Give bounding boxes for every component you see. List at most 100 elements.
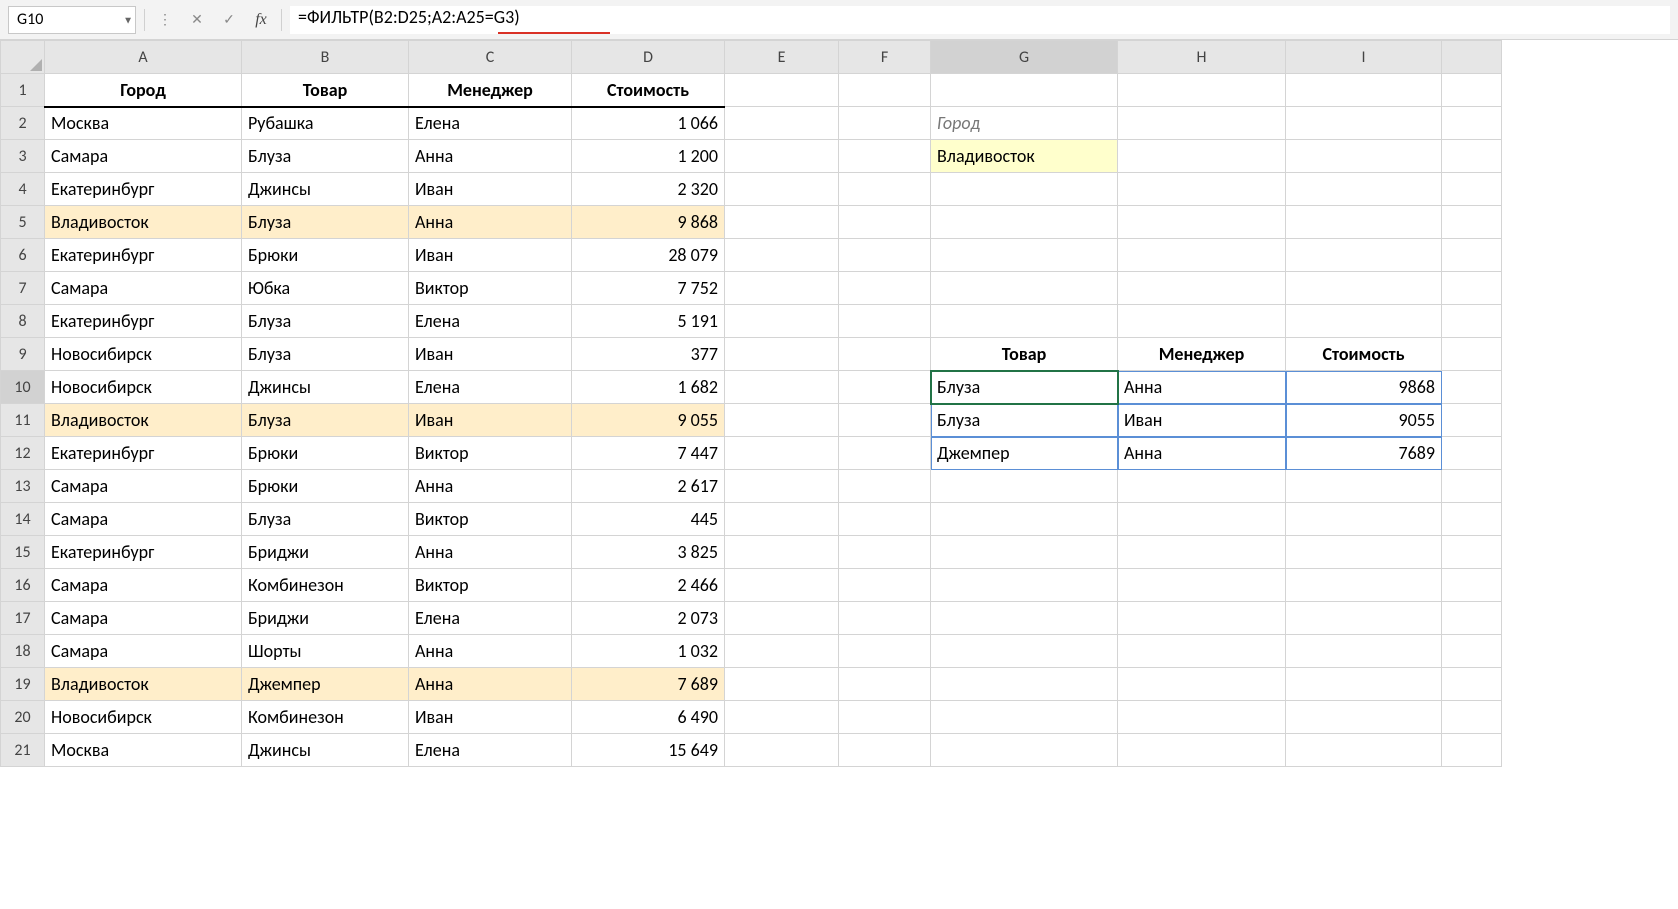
cell-I17[interactable]: [1286, 602, 1442, 635]
cell-A15[interactable]: Екатеринбург: [45, 536, 242, 569]
cell-G11[interactable]: Блуза: [931, 404, 1118, 437]
cell-F21[interactable]: [839, 734, 931, 767]
cell-I14[interactable]: [1286, 503, 1442, 536]
cell-E18[interactable]: [725, 635, 839, 668]
cell-A17[interactable]: Самара: [45, 602, 242, 635]
col-header-G[interactable]: G: [931, 41, 1118, 74]
cell-E2[interactable]: [725, 107, 839, 140]
cell-blank-9[interactable]: [1442, 338, 1502, 371]
cell-H15[interactable]: [1118, 536, 1286, 569]
cell-D8[interactable]: 5 191: [572, 305, 725, 338]
col-header-D[interactable]: D: [572, 41, 725, 74]
cell-A12[interactable]: Екатеринбург: [45, 437, 242, 470]
row-header-10[interactable]: 10: [1, 371, 45, 404]
cell-H11[interactable]: Иван: [1118, 404, 1286, 437]
cell-D21[interactable]: 15 649: [572, 734, 725, 767]
cell-H10[interactable]: Анна: [1118, 371, 1286, 404]
cell-A18[interactable]: Самара: [45, 635, 242, 668]
cell-H8[interactable]: [1118, 305, 1286, 338]
cell-G1[interactable]: [931, 74, 1118, 107]
cell-I3[interactable]: [1286, 140, 1442, 173]
cell-E14[interactable]: [725, 503, 839, 536]
cell-D1[interactable]: Стоимость: [572, 74, 725, 107]
cell-C4[interactable]: Иван: [409, 173, 572, 206]
cell-F3[interactable]: [839, 140, 931, 173]
cell-F15[interactable]: [839, 536, 931, 569]
cell-G21[interactable]: [931, 734, 1118, 767]
cell-H21[interactable]: [1118, 734, 1286, 767]
cell-F1[interactable]: [839, 74, 931, 107]
cell-C14[interactable]: Виктор: [409, 503, 572, 536]
cell-D6[interactable]: 28 079: [572, 239, 725, 272]
cell-blank-8[interactable]: [1442, 305, 1502, 338]
col-header-B[interactable]: B: [242, 41, 409, 74]
col-header-H[interactable]: H: [1118, 41, 1286, 74]
cell-A3[interactable]: Самара: [45, 140, 242, 173]
cell-C1[interactable]: Менеджер: [409, 74, 572, 107]
row-header-13[interactable]: 13: [1, 470, 45, 503]
cell-F5[interactable]: [839, 206, 931, 239]
cell-E6[interactable]: [725, 239, 839, 272]
cell-I5[interactable]: [1286, 206, 1442, 239]
cell-E1[interactable]: [725, 74, 839, 107]
select-all-corner[interactable]: [1, 41, 45, 74]
cell-F18[interactable]: [839, 635, 931, 668]
cell-A6[interactable]: Екатеринбург: [45, 239, 242, 272]
cell-blank-21[interactable]: [1442, 734, 1502, 767]
cell-blank-4[interactable]: [1442, 173, 1502, 206]
cell-A14[interactable]: Самара: [45, 503, 242, 536]
cell-blank-2[interactable]: [1442, 107, 1502, 140]
cell-I8[interactable]: [1286, 305, 1442, 338]
cancel-icon[interactable]: ✕: [185, 8, 209, 32]
cell-H1[interactable]: [1118, 74, 1286, 107]
cell-H18[interactable]: [1118, 635, 1286, 668]
cell-H12[interactable]: Анна: [1118, 437, 1286, 470]
cell-G18[interactable]: [931, 635, 1118, 668]
cell-E15[interactable]: [725, 536, 839, 569]
row-header-3[interactable]: 3: [1, 140, 45, 173]
cell-C17[interactable]: Елена: [409, 602, 572, 635]
name-box[interactable]: G10 ▼: [8, 6, 136, 34]
cell-D16[interactable]: 2 466: [572, 569, 725, 602]
cell-I20[interactable]: [1286, 701, 1442, 734]
cell-blank-20[interactable]: [1442, 701, 1502, 734]
cell-I21[interactable]: [1286, 734, 1442, 767]
cell-C20[interactable]: Иван: [409, 701, 572, 734]
cell-G8[interactable]: [931, 305, 1118, 338]
cell-D10[interactable]: 1 682: [572, 371, 725, 404]
cell-I16[interactable]: [1286, 569, 1442, 602]
cell-D19[interactable]: 7 689: [572, 668, 725, 701]
cell-H6[interactable]: [1118, 239, 1286, 272]
cell-A10[interactable]: Новосибирск: [45, 371, 242, 404]
cell-G14[interactable]: [931, 503, 1118, 536]
cell-F11[interactable]: [839, 404, 931, 437]
formula-input[interactable]: =ФИЛЬТР(B2:D25;A2:A25=G3): [290, 6, 1670, 34]
row-header-2[interactable]: 2: [1, 107, 45, 140]
cell-G15[interactable]: [931, 536, 1118, 569]
cell-F13[interactable]: [839, 470, 931, 503]
cell-E3[interactable]: [725, 140, 839, 173]
cell-D13[interactable]: 2 617: [572, 470, 725, 503]
cell-D17[interactable]: 2 073: [572, 602, 725, 635]
cell-B10[interactable]: Джинсы: [242, 371, 409, 404]
cell-blank-18[interactable]: [1442, 635, 1502, 668]
cell-blank-1[interactable]: [1442, 74, 1502, 107]
cell-D2[interactable]: 1 066: [572, 107, 725, 140]
row-header-11[interactable]: 11: [1, 404, 45, 437]
cell-I1[interactable]: [1286, 74, 1442, 107]
spreadsheet-grid[interactable]: A B C D E F G H I 1ГородТоварМенеджерСто…: [0, 40, 1678, 767]
cell-B3[interactable]: Блуза: [242, 140, 409, 173]
cell-A2[interactable]: Москва: [45, 107, 242, 140]
cell-blank-15[interactable]: [1442, 536, 1502, 569]
cell-blank-12[interactable]: [1442, 437, 1502, 470]
row-header-17[interactable]: 17: [1, 602, 45, 635]
cell-blank-14[interactable]: [1442, 503, 1502, 536]
cell-blank-19[interactable]: [1442, 668, 1502, 701]
row-header-5[interactable]: 5: [1, 206, 45, 239]
cell-B11[interactable]: Блуза: [242, 404, 409, 437]
cell-G6[interactable]: [931, 239, 1118, 272]
cell-H3[interactable]: [1118, 140, 1286, 173]
cell-blank-3[interactable]: [1442, 140, 1502, 173]
cell-I12[interactable]: 7689: [1286, 437, 1442, 470]
row-header-8[interactable]: 8: [1, 305, 45, 338]
